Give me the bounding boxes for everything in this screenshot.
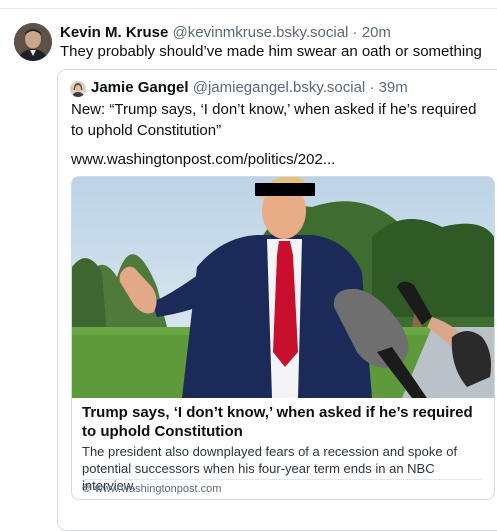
quote-avatar-image [70, 81, 86, 97]
author-avatar-image [14, 23, 52, 61]
top-divider [0, 8, 497, 9]
globe-icon: 🌐︎ [82, 483, 91, 495]
quote-author-name[interactable]: Jamie Gangel [91, 79, 189, 96]
quote-author-avatar[interactable] [70, 81, 86, 97]
link-embed-card[interactable]: Trump says, ‘I don’t know,’ when asked i… [71, 176, 495, 500]
author-name[interactable]: Kevin M. Kruse [60, 24, 168, 41]
quote-author-handle[interactable]: @jamiegangel.bsky.social [193, 79, 366, 96]
embed-photo [72, 177, 494, 398]
author-avatar[interactable] [14, 23, 52, 61]
post-text: They probably should’ve made him swear a… [60, 43, 482, 60]
quote-card[interactable]: Jamie Gangel @jamiegangel.bsky.social · … [57, 69, 497, 531]
embed-domain-row: 🌐︎ www.washingtonpost.com [82, 483, 221, 496]
quote-time[interactable]: 39m [379, 79, 408, 96]
post-header: Kevin M. Kruse @kevinmkruse.bsky.social … [60, 24, 391, 41]
embed-divider [82, 479, 482, 480]
quote-text: New: “Trump says, ‘I don’t know,’ when a… [71, 99, 491, 141]
embed-domain[interactable]: www.washingtonpost.com [95, 483, 222, 495]
quote-header-separator: · [365, 79, 379, 96]
header-separator: · [348, 24, 362, 41]
author-handle[interactable]: @kevinmkruse.bsky.social [173, 24, 349, 41]
embed-title[interactable]: Trump says, ‘I don’t know,’ when asked i… [82, 403, 482, 441]
quote-link[interactable]: www.washingtonpost.com/politics/202... [71, 151, 335, 168]
quote-text-body: New: “Trump says, ‘I don’t know,’ when a… [71, 101, 477, 139]
post-time[interactable]: 20m [362, 24, 391, 41]
quote-header: Jamie Gangel @jamiegangel.bsky.social · … [91, 79, 408, 96]
